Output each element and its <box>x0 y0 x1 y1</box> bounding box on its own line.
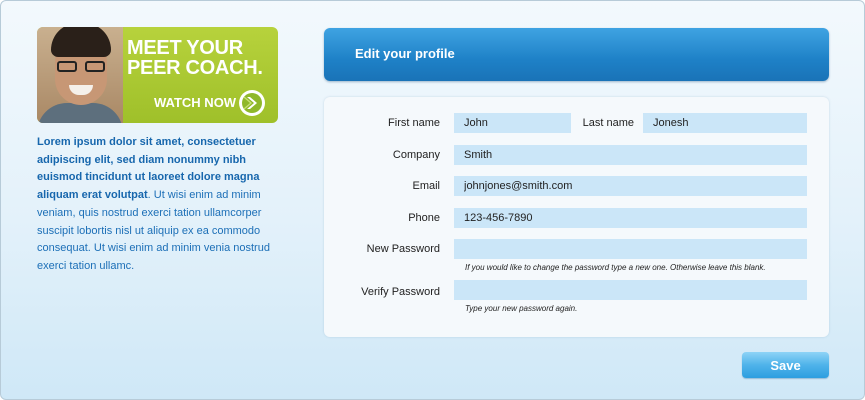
first-name-field[interactable] <box>454 113 571 133</box>
company-field[interactable] <box>454 145 807 165</box>
save-button[interactable]: Save <box>742 352 829 378</box>
watch-now-link[interactable]: WATCH NOW <box>154 96 236 110</box>
promo-headline-line2: PEER COACH. <box>127 57 263 79</box>
new-password-field[interactable] <box>454 239 807 259</box>
verify-password-field[interactable] <box>454 280 807 300</box>
verify-password-hint: Type your new password again. <box>465 304 578 313</box>
promo-headline-line1: MEET YOUR <box>127 37 243 59</box>
page-title: Edit your profile <box>355 46 455 61</box>
phone-label: Phone <box>408 212 440 224</box>
last-name-label: Last name <box>582 117 634 129</box>
new-password-label: New Password <box>366 243 440 255</box>
new-password-hint: If you would like to change the password… <box>465 263 766 272</box>
intro-regular-text: . Ut wisi enim ad minim veniam, quis nos… <box>37 189 270 272</box>
intro-paragraph: Lorem ipsum dolor sit amet, consectetuer… <box>37 134 277 276</box>
promo-headline: MEET YOUR PEER COACH. <box>127 38 277 78</box>
first-name-label: First name <box>388 117 440 129</box>
company-label: Company <box>392 149 440 161</box>
peer-coach-promo-banner[interactable]: MEET YOUR PEER COACH. WATCH NOW <box>37 27 278 123</box>
coach-photo <box>37 27 123 123</box>
email-label: Email <box>412 180 440 192</box>
profile-form: First name Last name Company Email Phone… <box>324 97 829 337</box>
profile-header: Edit your profile <box>324 28 829 81</box>
verify-password-label: Verify Password <box>361 286 440 298</box>
email-field[interactable] <box>454 176 807 196</box>
page-frame: MEET YOUR PEER COACH. WATCH NOW Lorem ip… <box>0 0 865 400</box>
circle-arrow-right-icon[interactable] <box>238 89 266 117</box>
phone-field[interactable] <box>454 208 807 228</box>
last-name-field[interactable] <box>643 113 807 133</box>
